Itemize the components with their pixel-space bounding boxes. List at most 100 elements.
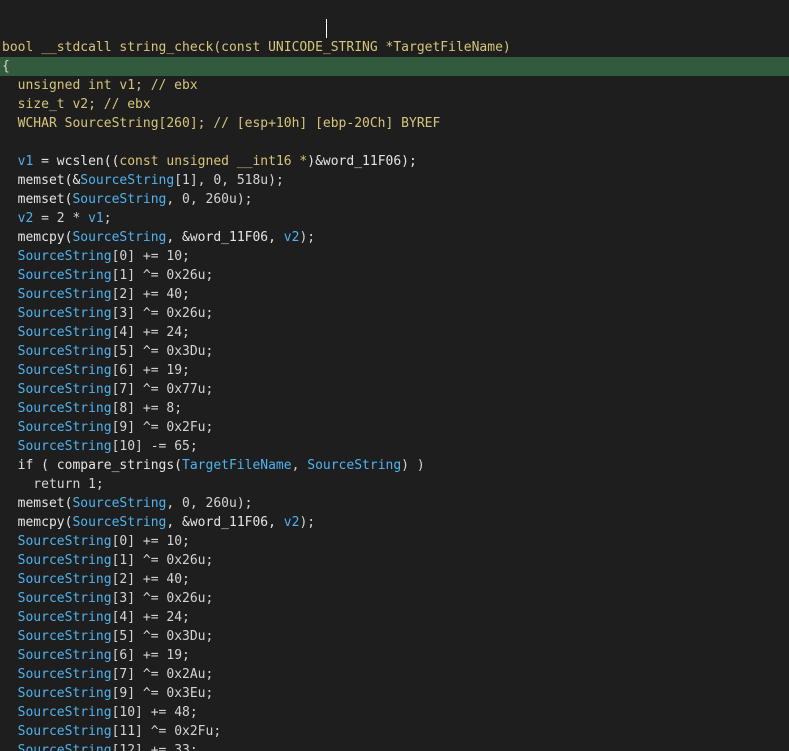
code-line[interactable]: SourceString[1] ^= 0x26u;: [0, 551, 789, 570]
code-token: [10] += 48;: [111, 705, 198, 720]
code-line[interactable]: memset(SourceString, 0, 260u);: [0, 494, 789, 513]
code-line[interactable]: memcpy(SourceString, &word_11F06, v2);: [0, 513, 789, 532]
code-token: [6] += 19;: [111, 648, 190, 663]
code-token: [5] ^= 0x3Du;: [111, 344, 214, 359]
code-token: SourceString: [2, 591, 112, 606]
code-line[interactable]: SourceString[9] ^= 0x3Eu;: [0, 684, 789, 703]
code-line[interactable]: memcpy(SourceString, &word_11F06, v2);: [0, 228, 789, 247]
code-token: [8] += 8;: [111, 401, 183, 416]
code-token: = wcslen((: [33, 154, 120, 169]
code-token: [3] ^= 0x26u;: [111, 306, 214, 321]
code-line[interactable]: SourceString[0] += 10;: [0, 532, 789, 551]
code-token: ;: [103, 211, 112, 226]
code-token: SourceString: [2, 268, 112, 283]
code-token: [3] ^= 0x26u;: [111, 591, 214, 606]
code-token: v2: [283, 515, 300, 530]
code-line[interactable]: WCHAR SourceString[260]; // [esp+10h] [e…: [0, 114, 789, 133]
code-line[interactable]: SourceString[4] += 24;: [0, 608, 789, 627]
code-token: {: [2, 59, 10, 74]
code-line[interactable]: SourceString[3] ^= 0x26u;: [0, 304, 789, 323]
code-line[interactable]: SourceString[10] -= 65;: [0, 437, 789, 456]
code-line[interactable]: SourceString[5] ^= 0x3Du;: [0, 342, 789, 361]
code-line[interactable]: SourceString[6] += 19;: [0, 361, 789, 380]
code-line[interactable]: SourceString[3] ^= 0x26u;: [0, 589, 789, 608]
code-token: memset(: [2, 192, 73, 207]
code-line[interactable]: if ( compare_strings(TargetFileName, Sou…: [0, 456, 789, 475]
code-token: SourceString: [2, 363, 112, 378]
code-token: , 0, 260u);: [166, 496, 253, 511]
code-line[interactable]: SourceString[8] += 8;: [0, 399, 789, 418]
code-token: SourceString: [2, 686, 112, 701]
code-token: [7] ^= 0x77u;: [111, 382, 214, 397]
code-line[interactable]: memset(SourceString, 0, 260u);: [0, 190, 789, 209]
code-line[interactable]: SourceString[5] ^= 0x3Du;: [0, 627, 789, 646]
code-token: [5] ^= 0x3Du;: [111, 629, 214, 644]
code-token: SourceString: [2, 724, 112, 739]
code-token: [10] -= 65;: [111, 439, 198, 454]
code-token: SourceString: [2, 553, 112, 568]
code-token: [4] += 24;: [111, 610, 190, 625]
code-line[interactable]: SourceString[4] += 24;: [0, 323, 789, 342]
code-token: v1: [88, 211, 104, 226]
code-line[interactable]: SourceString[2] += 40;: [0, 570, 789, 589]
code-token: v2: [283, 230, 300, 245]
code-token: SourceString: [80, 173, 175, 188]
code-line[interactable]: SourceString[10] += 48;: [0, 703, 789, 722]
code-line[interactable]: SourceString[11] ^= 0x2Fu;: [0, 722, 789, 741]
code-token: SourceString: [2, 743, 112, 751]
code-line[interactable]: size_t v2; // ebx: [0, 95, 789, 114]
code-line[interactable]: SourceString[12] += 33;: [0, 741, 789, 751]
code-token: [6] += 19;: [111, 363, 190, 378]
code-token: if ( compare_strings(: [2, 458, 183, 473]
code-token: SourceString: [307, 458, 402, 473]
code-line[interactable]: return 1;: [0, 475, 789, 494]
code-token: [4] += 24;: [111, 325, 190, 340]
code-token: SourceString: [2, 610, 112, 625]
code-token: [2] += 40;: [111, 287, 190, 302]
code-token: [7] ^= 0x2Au;: [111, 667, 214, 682]
code-token: = 2 *: [33, 211, 89, 226]
code-token: ,: [291, 458, 308, 473]
code-token: bool __stdcall string_check(const UNICOD…: [2, 40, 511, 55]
code-token: v1: [2, 154, 34, 169]
code-token: SourceString: [2, 401, 112, 416]
code-line[interactable]: v1 = wcslen((const unsigned __int16 *)&w…: [0, 152, 789, 171]
text-cursor: [326, 19, 327, 38]
code-line[interactable]: [0, 133, 789, 152]
code-token: SourceString: [72, 496, 167, 511]
code-token: [0] += 10;: [111, 534, 190, 549]
code-token: memset(: [2, 496, 73, 511]
code-token: SourceString: [72, 192, 167, 207]
code-line[interactable]: SourceString[0] += 10;: [0, 247, 789, 266]
code-token: [1] ^= 0x26u;: [111, 268, 214, 283]
code-token: [11] ^= 0x2Fu;: [111, 724, 222, 739]
code-token: [12] += 33;: [111, 743, 198, 751]
code-token: SourceString: [2, 306, 112, 321]
code-token: [9] ^= 0x2Fu;: [111, 420, 214, 435]
code-token: , &word_11F06,: [166, 515, 284, 530]
code-token: SourceString: [72, 230, 167, 245]
pseudocode-view[interactable]: bool __stdcall string_check(const UNICOD…: [0, 0, 789, 751]
code-token: size_t v2; // ebx: [2, 97, 151, 112]
code-line[interactable]: bool __stdcall string_check(const UNICOD…: [0, 38, 789, 57]
code-token: , &word_11F06,: [166, 230, 284, 245]
code-token: SourceString: [2, 325, 112, 340]
code-token: SourceString: [2, 382, 112, 397]
code-token: memcpy(: [2, 515, 73, 530]
code-token: SourceString: [2, 420, 112, 435]
code-line[interactable]: SourceString[9] ^= 0x2Fu;: [0, 418, 789, 437]
code-line[interactable]: SourceString[2] += 40;: [0, 285, 789, 304]
code-token: memset(&: [2, 173, 81, 188]
code-line[interactable]: {: [0, 57, 789, 76]
code-line[interactable]: unsigned int v1; // ebx: [0, 76, 789, 95]
code-token: );: [299, 230, 316, 245]
code-token: SourceString: [2, 572, 112, 587]
code-line[interactable]: memset(&SourceString[1], 0, 518u);: [0, 171, 789, 190]
code-line[interactable]: SourceString[6] += 19;: [0, 646, 789, 665]
code-line[interactable]: SourceString[7] ^= 0x2Au;: [0, 665, 789, 684]
code-line[interactable]: SourceString[7] ^= 0x77u;: [0, 380, 789, 399]
code-line[interactable]: SourceString[1] ^= 0x26u;: [0, 266, 789, 285]
code-token: SourceString: [2, 648, 112, 663]
code-token: SourceString: [2, 667, 112, 682]
code-line[interactable]: v2 = 2 * v1;: [0, 209, 789, 228]
